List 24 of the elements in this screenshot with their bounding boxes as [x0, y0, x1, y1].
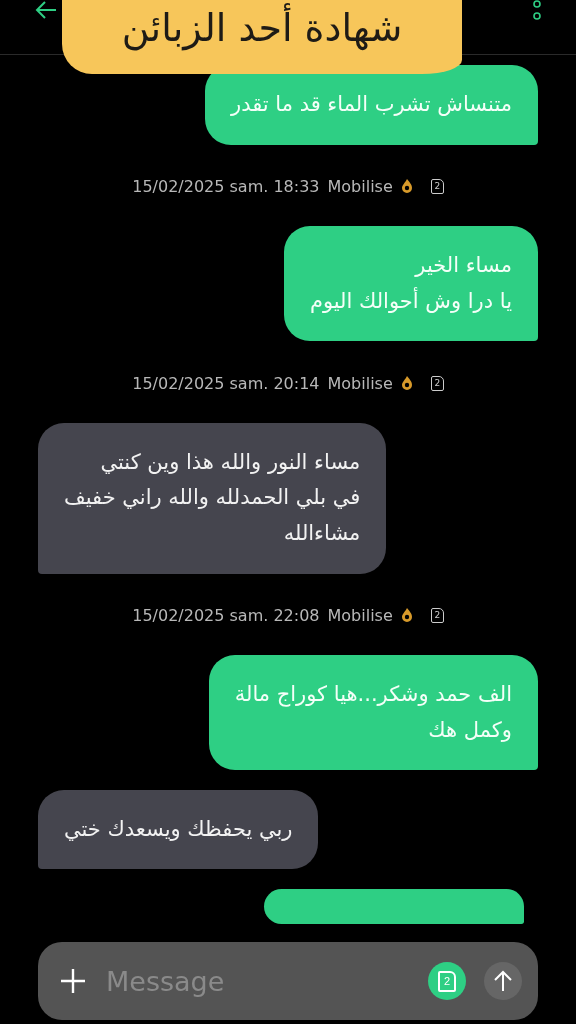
received-message: ربي يحفظك ويسعدك ختي	[38, 789, 319, 870]
status-label: Mobilise	[327, 176, 393, 196]
plus-icon	[60, 968, 86, 994]
message-timestamp: 15/02/2025 sam. 20:14	[132, 373, 320, 393]
status-label: Mobilise	[327, 605, 393, 625]
arrow-up-icon	[493, 970, 513, 992]
sim-icon: 2	[430, 178, 444, 194]
sim-icon: 2	[430, 375, 444, 391]
sent-message: الف حمد وشكر...هيا كوراج مالة وكمل هك	[208, 655, 538, 771]
sim-select-button[interactable]: 2	[428, 962, 466, 1000]
more-options-button[interactable]	[532, 0, 542, 22]
sim-icon: 2	[430, 607, 444, 623]
status-label: Mobilise	[327, 373, 393, 393]
back-button[interactable]	[34, 0, 58, 20]
message-timestamp: 15/02/2025 sam. 18:33	[132, 176, 320, 196]
banner-title: شهادة أحد الزبائن	[121, 0, 403, 57]
back-arrow-icon	[34, 0, 58, 20]
add-button[interactable]	[60, 968, 86, 994]
message-timestamp: 15/02/2025 sam. 22:08	[132, 605, 320, 625]
sent-message: مساء الخير يا درا وش أحوالك اليوم	[283, 226, 538, 342]
received-message: مساء النور والله هذا وين كنتي في بلي الحمدلله والله راني خفيف مشاءالله	[38, 422, 387, 574]
send-button[interactable]	[484, 962, 522, 1000]
sent-message: متنساش تشرب الماء قد ما تقدر	[205, 65, 538, 145]
more-icon	[532, 0, 542, 22]
